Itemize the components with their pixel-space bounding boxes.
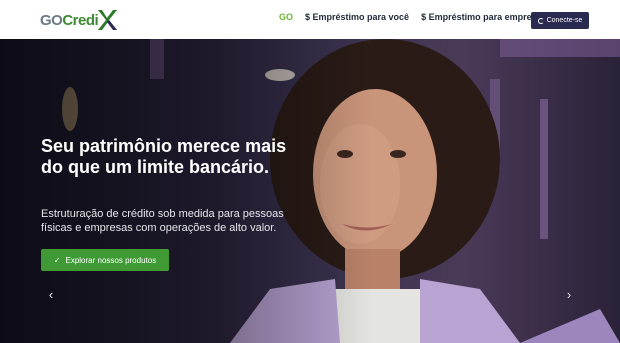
connect-button-label: Conecte-se <box>546 17 583 24</box>
logo-credi-text: Credi <box>62 11 99 29</box>
spinner-icon <box>537 17 544 24</box>
hero-overlay <box>0 39 620 343</box>
chevron-left-icon: ‹ <box>48 286 54 302</box>
gocredix-logo[interactable]: GO Credi <box>40 8 118 32</box>
carousel-prev-button[interactable]: ‹ <box>44 286 58 302</box>
main-nav: GO $ Empréstimo para você $ Empréstimo p… <box>279 12 542 22</box>
explore-products-button[interactable]: ✓ Explorar nossos produtos <box>41 249 169 271</box>
nav-item-loan-personal[interactable]: $ Empréstimo para você <box>305 12 409 22</box>
hero-subheadline: Estruturação de crédito sob medida para … <box>41 208 284 234</box>
top-navbar: GO Credi GO $ Empréstimo para você $ Emp… <box>0 0 620 39</box>
check-icon: ✓ <box>53 255 61 265</box>
logo-x-icon <box>98 10 118 30</box>
chevron-right-icon: › <box>566 286 572 302</box>
nav-item-loan-business[interactable]: $ Empréstimo para empresa <box>421 12 542 22</box>
logo-go-text: GO <box>40 11 63 29</box>
carousel-next-button[interactable]: › <box>562 286 576 302</box>
nav-item-go[interactable]: GO <box>279 12 293 22</box>
explore-products-label: Explorar nossos produtos <box>65 255 157 265</box>
hero-carousel: Seu patrimônio merece mais do que um lim… <box>0 39 620 343</box>
connect-button[interactable]: Conecte-se <box>531 12 589 29</box>
hero-headline: Seu patrimônio merece mais do que um lim… <box>41 136 287 177</box>
